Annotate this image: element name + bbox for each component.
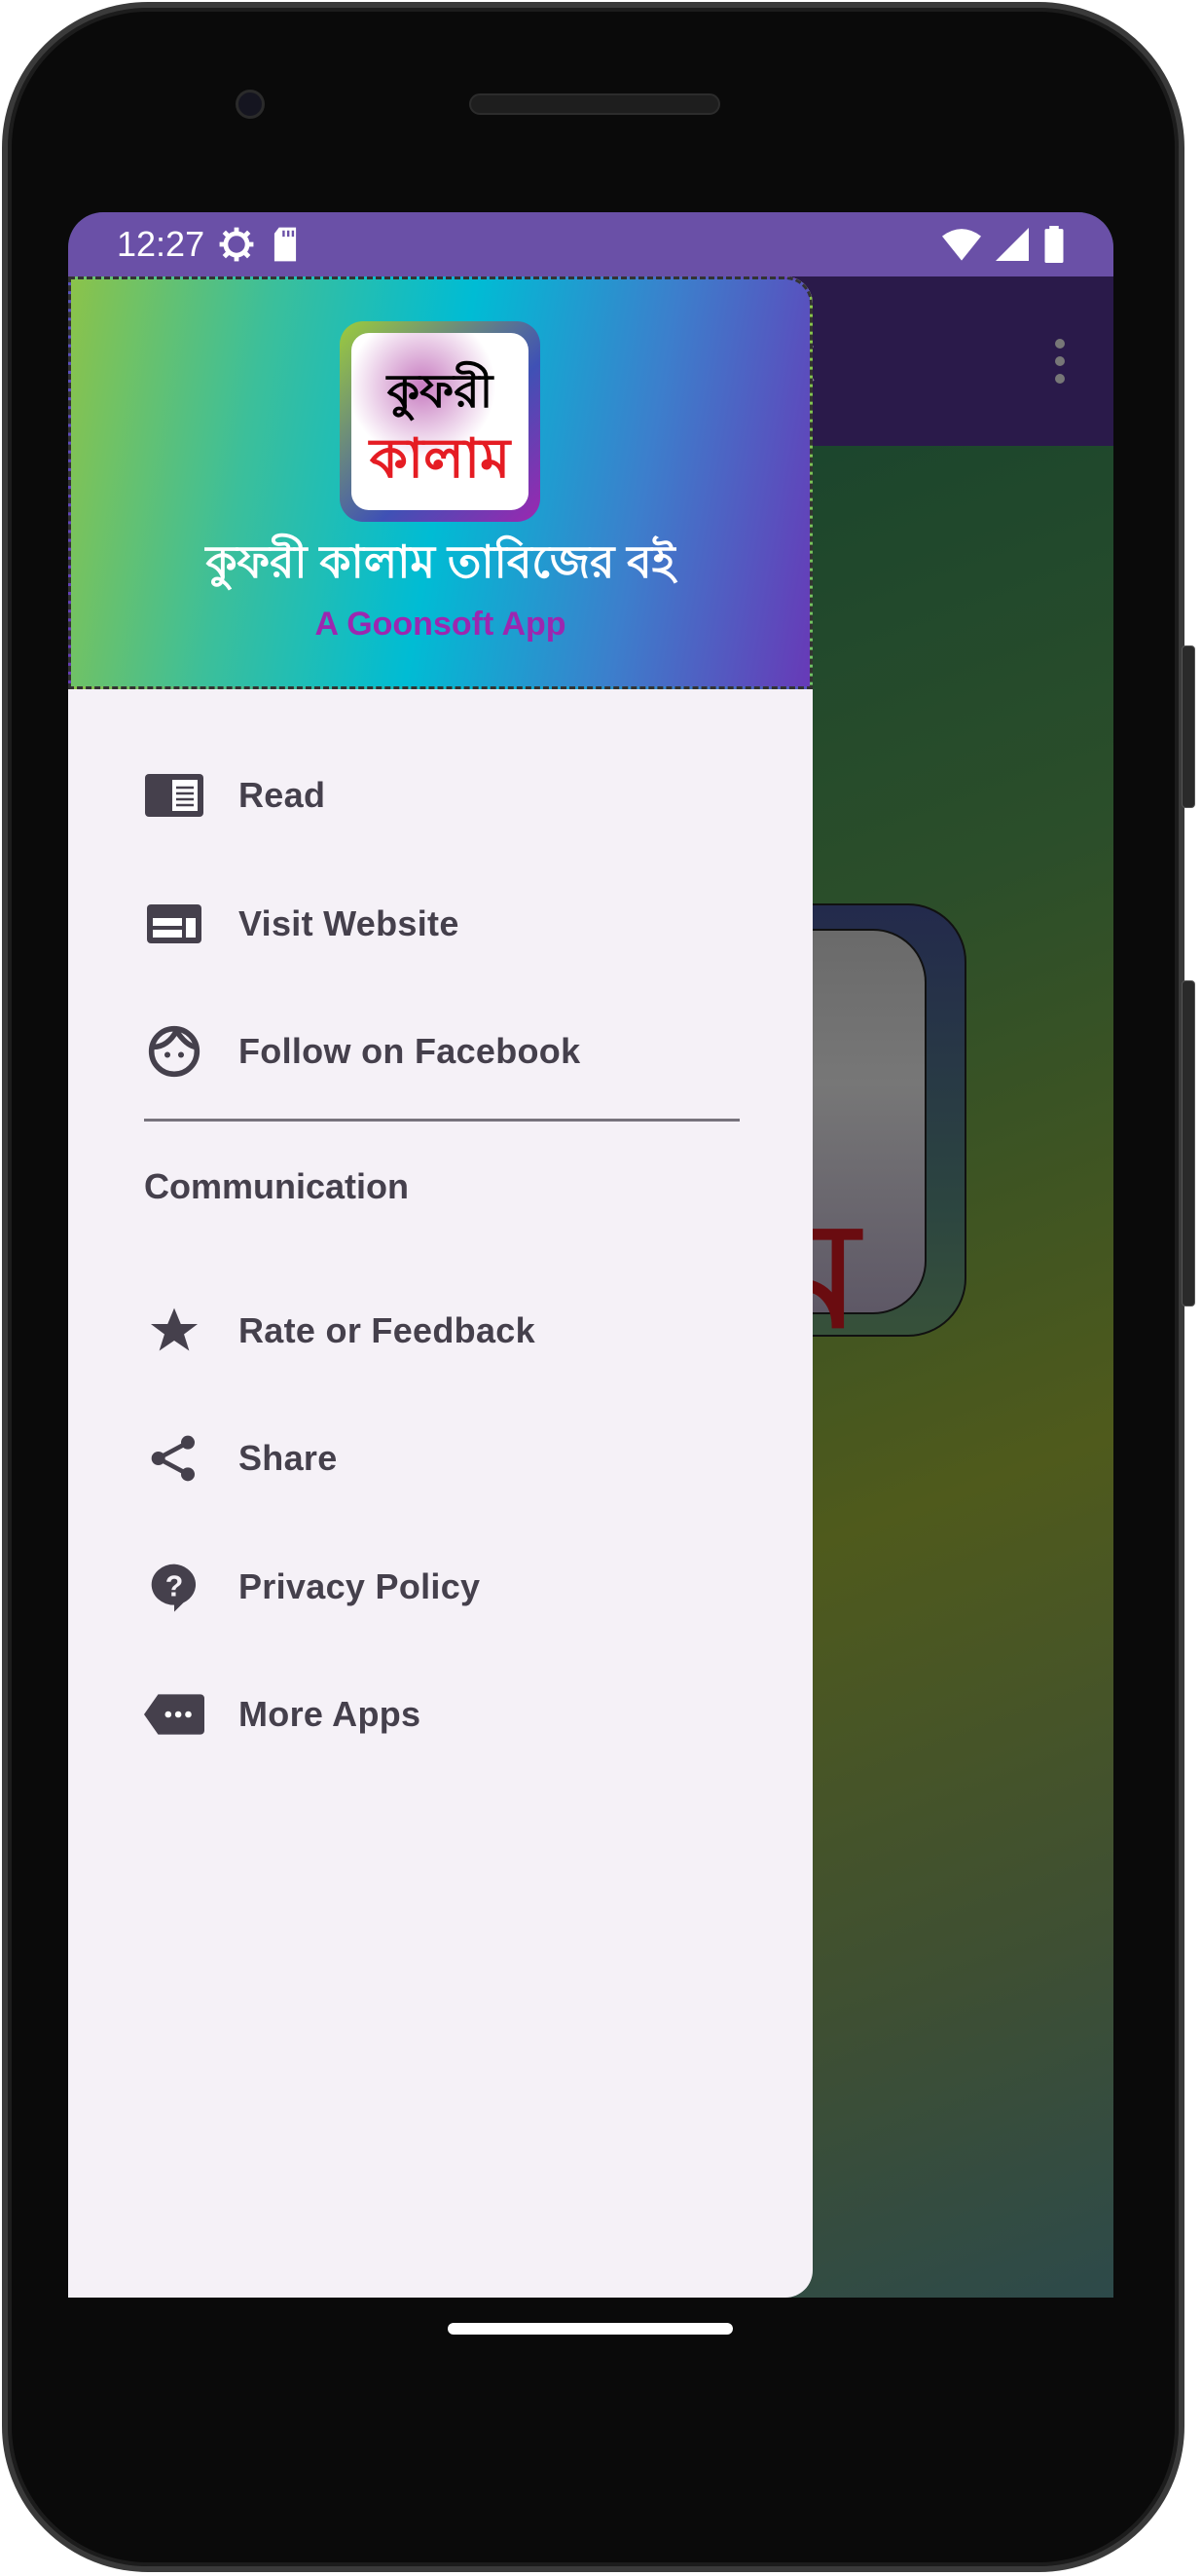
divider — [144, 1119, 740, 1122]
front-camera — [236, 90, 265, 119]
logo-text-bottom: কালাম — [369, 427, 511, 489]
app-logo: কুফরী কালাম — [340, 321, 540, 522]
status-time: 12:27 — [117, 224, 205, 264]
menu-item-share[interactable]: Share — [68, 1410, 813, 1507]
menu-label: Rate or Feedback — [238, 1310, 535, 1350]
drawer-header: কুফরী কালাম কুফরী কালাম তাবিজের বই A Goo… — [68, 276, 813, 689]
earpiece-speaker — [469, 93, 720, 115]
web-icon — [144, 894, 204, 954]
face-icon — [144, 1021, 204, 1082]
signal-icon — [996, 228, 1029, 261]
help-icon: ? — [144, 1557, 204, 1617]
sd-card-icon — [274, 227, 297, 262]
status-bar: 12:27 — [68, 212, 1113, 276]
star-icon — [144, 1301, 204, 1361]
drawer-subtitle: A Goonsoft App — [314, 606, 566, 643]
menu-label: Visit Website — [238, 903, 459, 943]
menu-label: Share — [238, 1438, 338, 1478]
drawer-title: কুফরী কালাম তাবিজের বই — [205, 536, 675, 587]
home-gesture-bar[interactable] — [448, 2323, 733, 2335]
menu-label: More Apps — [238, 1694, 421, 1734]
navigation-drawer: কুফরী কালাম কুফরী কালাম তাবিজের বই A Goo… — [68, 276, 813, 2298]
section-header-communication: Communication — [144, 1166, 410, 1206]
battery-icon — [1044, 226, 1064, 263]
screen: 12:27 ই ম কুফরী কালাম কুফরী কালাম তাবিজে… — [68, 212, 1113, 2298]
book-open-icon — [144, 765, 204, 826]
menu-item-privacy-policy[interactable]: ? Privacy Policy — [68, 1538, 813, 1636]
menu-label: Follow on Facebook — [238, 1031, 581, 1071]
more-apps-tag-icon — [144, 1684, 204, 1745]
more-vert-icon[interactable] — [1055, 339, 1065, 391]
menu-item-read[interactable]: Read — [68, 747, 813, 844]
menu-item-visit-website[interactable]: Visit Website — [68, 875, 813, 973]
share-icon — [144, 1428, 204, 1489]
menu-item-rate-feedback[interactable]: Rate or Feedback — [68, 1282, 813, 1380]
power-button — [1182, 980, 1195, 1306]
svg-text:?: ? — [165, 1570, 184, 1602]
menu-item-follow-facebook[interactable]: Follow on Facebook — [68, 1003, 813, 1100]
menu-label: Privacy Policy — [238, 1566, 481, 1606]
settings-gear-icon — [219, 227, 254, 262]
menu-label: Read — [238, 775, 326, 815]
wifi-icon — [942, 229, 981, 261]
volume-button — [1182, 645, 1195, 808]
menu-item-more-apps[interactable]: More Apps — [68, 1666, 813, 1763]
